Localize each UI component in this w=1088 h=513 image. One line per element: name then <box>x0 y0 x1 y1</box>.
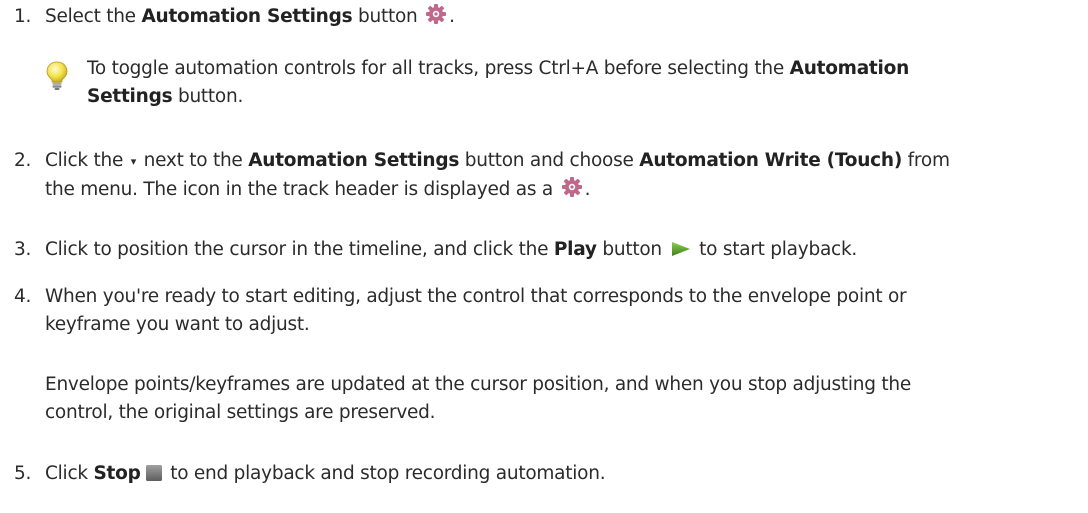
settings-label: Settings <box>87 86 173 107</box>
automation-write-touch-label: Automation Write (Touch) <box>639 150 903 171</box>
step-text: . <box>584 179 591 200</box>
step-text: next to the <box>138 150 249 171</box>
step-text: Click <box>45 463 94 484</box>
step-text: . <box>449 6 455 27</box>
step-text: from <box>902 150 950 171</box>
gear-icon <box>561 176 583 207</box>
step-number: 2. <box>14 150 32 171</box>
automation-settings-label: Automation Settings <box>141 6 353 27</box>
lightbulb-icon <box>45 61 69 100</box>
note-text: Envelope points/keyframes are updated at… <box>45 374 911 395</box>
play-icon <box>670 239 692 267</box>
step-text: Click to position the cursor in the time… <box>45 239 554 260</box>
step-2: 2. Click the ▾ next to the Automation Se… <box>14 147 1074 207</box>
chevron-down-icon: ▾ <box>130 155 137 168</box>
step-text: button and choose <box>459 150 640 171</box>
step-5: 5. Click Stop to end playback and stop r… <box>14 460 1074 491</box>
automation-settings-label: Automation Settings <box>248 150 460 171</box>
play-label: Play <box>553 239 597 260</box>
note-text: control, the original settings are prese… <box>45 402 436 423</box>
step-4-note: Envelope points/keyframes are updated at… <box>45 371 1085 427</box>
step-text: to start playback. <box>693 239 858 260</box>
step-text: Select the <box>45 6 142 27</box>
step-text: to end playback and stop recording autom… <box>164 463 606 484</box>
gear-icon <box>425 3 447 34</box>
step-number: 3. <box>14 239 32 260</box>
stop-icon <box>145 463 163 491</box>
step-number: 4. <box>14 286 32 307</box>
step-3: 3. Click to position the cursor in the t… <box>14 236 1074 267</box>
stop-label: Stop <box>93 463 141 484</box>
tip-note: To toggle automation controls for all tr… <box>45 55 1085 111</box>
step-text: keyframe you want to adjust. <box>45 314 310 335</box>
step-number: 5. <box>14 463 32 484</box>
step-number: 1. <box>14 6 32 27</box>
step-1: 1. Select the Automation Settings button <box>14 3 1074 34</box>
step-text: Click the <box>45 150 129 171</box>
tip-text: button. <box>172 86 244 107</box>
step-text: When you're ready to start editing, adju… <box>45 286 907 307</box>
step-text: button <box>596 239 668 260</box>
automation-label: Automation <box>789 58 910 79</box>
step-text: the menu. The icon in the track header i… <box>45 179 559 200</box>
step-4: 4. When you're ready to start editing, a… <box>14 283 1074 339</box>
step-text: button <box>352 6 424 27</box>
tip-text: To toggle automation controls for all tr… <box>87 58 790 79</box>
